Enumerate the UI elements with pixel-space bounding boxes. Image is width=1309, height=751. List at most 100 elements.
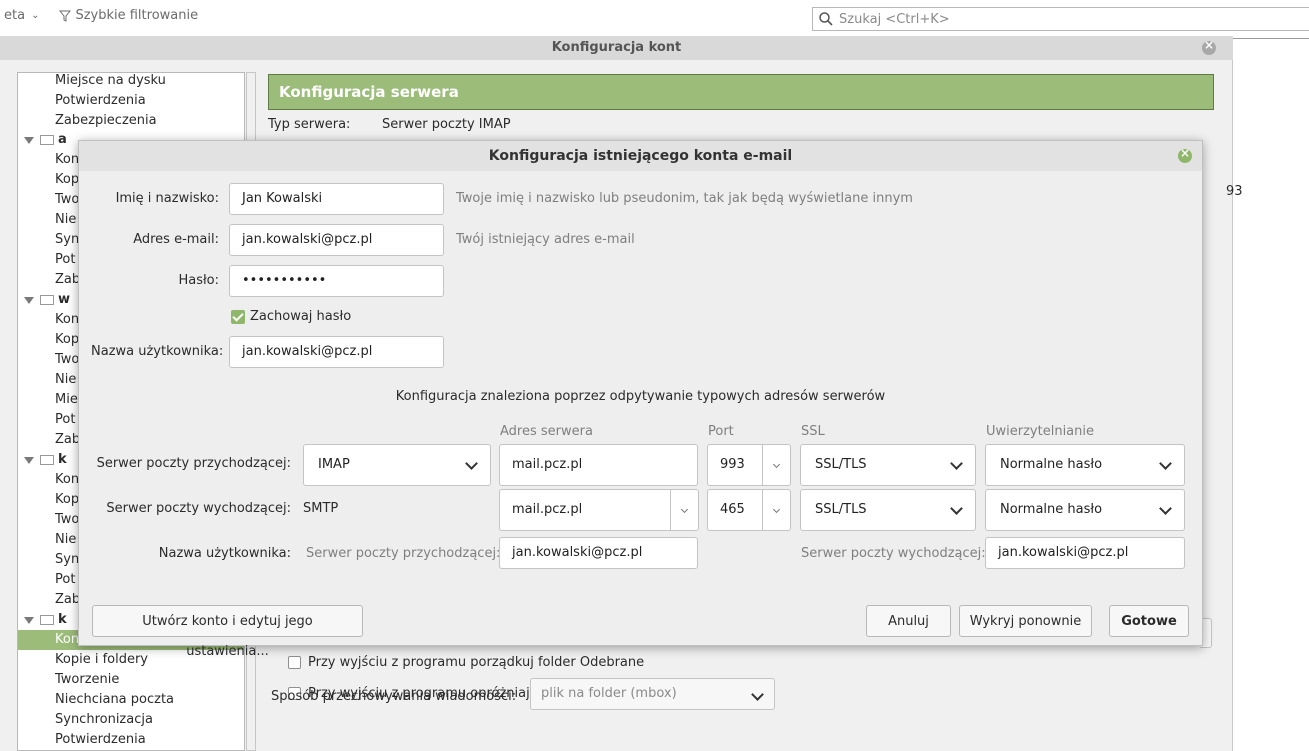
tree-item[interactable]: Two	[55, 510, 79, 530]
outgoing-ssl-value: SSL/TLS	[815, 502, 867, 517]
chevron-down-icon[interactable]	[24, 136, 34, 144]
chevron-down-icon[interactable]: ⌄	[31, 10, 39, 21]
create-and-edit-button[interactable]: Utwórz konto i edytuj jego ustawienia...	[92, 605, 363, 659]
incoming-protocol-select[interactable]: IMAP	[303, 444, 491, 486]
tree-item[interactable]: Nie	[55, 530, 76, 550]
tree-item[interactable]: Two	[55, 350, 79, 370]
checkmark-icon[interactable]	[231, 309, 245, 324]
tree-item[interactable]: Niechciana poczta	[55, 690, 174, 710]
outgoing-port-dropdown[interactable]	[763, 489, 791, 531]
tree-item[interactable]: Potwierdzenia	[55, 730, 146, 750]
divider	[1233, 38, 1309, 39]
username-input[interactable]: jan.kowalski@pcz.pl	[229, 336, 444, 368]
tree-item[interactable]: Nie	[55, 210, 76, 230]
incoming-ssl-select[interactable]: SSL/TLS	[800, 444, 976, 486]
tree-item[interactable]: Kopie i foldery	[55, 650, 148, 670]
email-hint: Twój istniejący adres e-mail	[456, 232, 635, 247]
outgoing-host-dropdown[interactable]	[671, 489, 699, 531]
password-label: Hasło:	[178, 273, 219, 288]
incoming-port-dropdown[interactable]	[763, 444, 791, 486]
storage-label: Sposób przechowywania wiadomości:	[271, 689, 517, 704]
incoming-host-input[interactable]: mail.pcz.pl	[499, 444, 698, 486]
tree-item[interactable]: Two	[55, 190, 79, 210]
email-input[interactable]: jan.kowalski@pcz.pl	[229, 224, 444, 256]
incoming-auth-select[interactable]: Normalne hasło	[985, 444, 1185, 486]
name-label: Imię i nazwisko:	[115, 191, 219, 206]
chevron-down-icon	[1159, 502, 1172, 515]
password-input[interactable]: •••••••••••	[229, 265, 444, 297]
remember-password-checkbox[interactable]: Zachowaj hasło	[231, 309, 351, 324]
tree-item[interactable]: Zab	[55, 430, 80, 450]
tree-item[interactable]: Kon	[55, 310, 79, 330]
tree-item[interactable]: Synchronizacja	[55, 710, 153, 730]
tree-item[interactable]: Potwierdzenia	[55, 91, 146, 111]
col-auth: Uwierzytelnianie	[986, 424, 1094, 439]
main-toolbar: eta ⌄ Szybkie filtrowanie Szukaj <Ctrl+K…	[0, 0, 1309, 36]
chevron-down-icon[interactable]	[24, 616, 34, 624]
tree-account[interactable]: k	[24, 450, 67, 470]
name-hint: Twoje imię i nazwisko lub pseudonim, tak…	[456, 191, 913, 206]
envelope-icon	[40, 455, 54, 465]
tree-item[interactable]: Kop	[55, 330, 79, 350]
tree-item[interactable]: Zabezpieczenia	[55, 111, 157, 131]
cancel-button[interactable]: Anuluj	[866, 605, 951, 637]
cleanup-inbox-checkbox[interactable]: Przy wyjściu z programu porządkuj folder…	[288, 655, 644, 670]
tree-account[interactable]: k	[24, 610, 67, 630]
port-fragment: 93	[1226, 184, 1243, 199]
server-type-label: Typ serwera:	[268, 117, 351, 132]
incoming-port-input[interactable]: 993	[707, 444, 763, 486]
tree-item[interactable]: Kon	[55, 470, 79, 490]
tree-item[interactable]: Kop	[55, 490, 79, 510]
close-icon[interactable]	[1202, 38, 1216, 55]
tree-item[interactable]: Kop	[55, 170, 79, 190]
toolbar-fragment: eta	[4, 8, 26, 23]
tree-item[interactable]: Tworzenie	[55, 670, 119, 690]
close-icon[interactable]	[1178, 146, 1192, 163]
tree-item[interactable]: Nie	[55, 370, 76, 390]
chevron-down-icon[interactable]	[24, 296, 34, 304]
incoming-username-input[interactable]: jan.kowalski@pcz.pl	[499, 537, 698, 569]
outgoing-auth-select[interactable]: Normalne hasło	[985, 489, 1185, 531]
account-settings-title: Konfiguracja kont	[0, 36, 1233, 60]
dialog-title: Konfiguracja istniejącego konta e-mail	[79, 141, 1202, 171]
envelope-icon	[40, 295, 54, 305]
outgoing-username-label: Serwer poczty wychodzącej:	[801, 546, 986, 561]
tree-item[interactable]: Zab	[55, 270, 80, 290]
existing-account-dialog: Konfiguracja istniejącego konta e-mail I…	[78, 140, 1203, 659]
tree-item[interactable]: Miejsce na dysku	[55, 73, 166, 91]
storage-value: plik na folder (mbox)	[541, 686, 677, 701]
tree-item[interactable]: Syn	[55, 550, 79, 570]
checkbox[interactable]	[288, 656, 301, 669]
global-search-input[interactable]: Szukaj <Ctrl+K>	[812, 7, 1309, 31]
chevron-down-icon	[950, 502, 963, 515]
outgoing-username-input[interactable]: jan.kowalski@pcz.pl	[985, 537, 1185, 569]
tree-item[interactable]: Mie	[55, 390, 78, 410]
toolbar-left: eta ⌄ Szybkie filtrowanie	[4, 8, 198, 23]
checkbox-label: Przy wyjściu z programu porządkuj folder…	[308, 655, 645, 670]
outgoing-port-input[interactable]: 465	[707, 489, 763, 531]
name-input[interactable]: Jan Kowalski	[229, 183, 444, 215]
done-button[interactable]: Gotowe	[1109, 605, 1189, 637]
chevron-down-icon	[1159, 457, 1172, 470]
tree-item[interactable]: Pot	[55, 410, 75, 430]
outgoing-ssl-select[interactable]: SSL/TLS	[800, 489, 976, 531]
incoming-server-label: Serwer poczty przychodzącej:	[96, 456, 291, 471]
envelope-icon	[40, 135, 54, 145]
outgoing-host-input[interactable]: mail.pcz.pl	[499, 489, 671, 531]
tree-item[interactable]: Kon	[55, 150, 79, 170]
envelope-icon	[40, 615, 54, 625]
tree-item[interactable]: Syn	[55, 230, 79, 250]
tree-account[interactable]: w	[24, 290, 70, 310]
col-port: Port	[708, 424, 734, 439]
retest-button[interactable]: Wykryj ponownie	[959, 605, 1092, 637]
quick-filter-button[interactable]: Szybkie filtrowanie	[75, 8, 198, 23]
chevron-down-icon	[950, 457, 963, 470]
tree-item[interactable]: Pot	[55, 250, 75, 270]
chevron-down-icon[interactable]	[24, 456, 34, 464]
tree-item[interactable]: Pot	[55, 570, 75, 590]
account-name: k	[58, 612, 67, 627]
server-type-value: Serwer poczty IMAP	[382, 117, 511, 132]
tree-item[interactable]: Zab	[55, 590, 80, 610]
storage-select[interactable]: plik na folder (mbox)	[530, 678, 775, 710]
tree-account[interactable]: a	[24, 130, 67, 150]
